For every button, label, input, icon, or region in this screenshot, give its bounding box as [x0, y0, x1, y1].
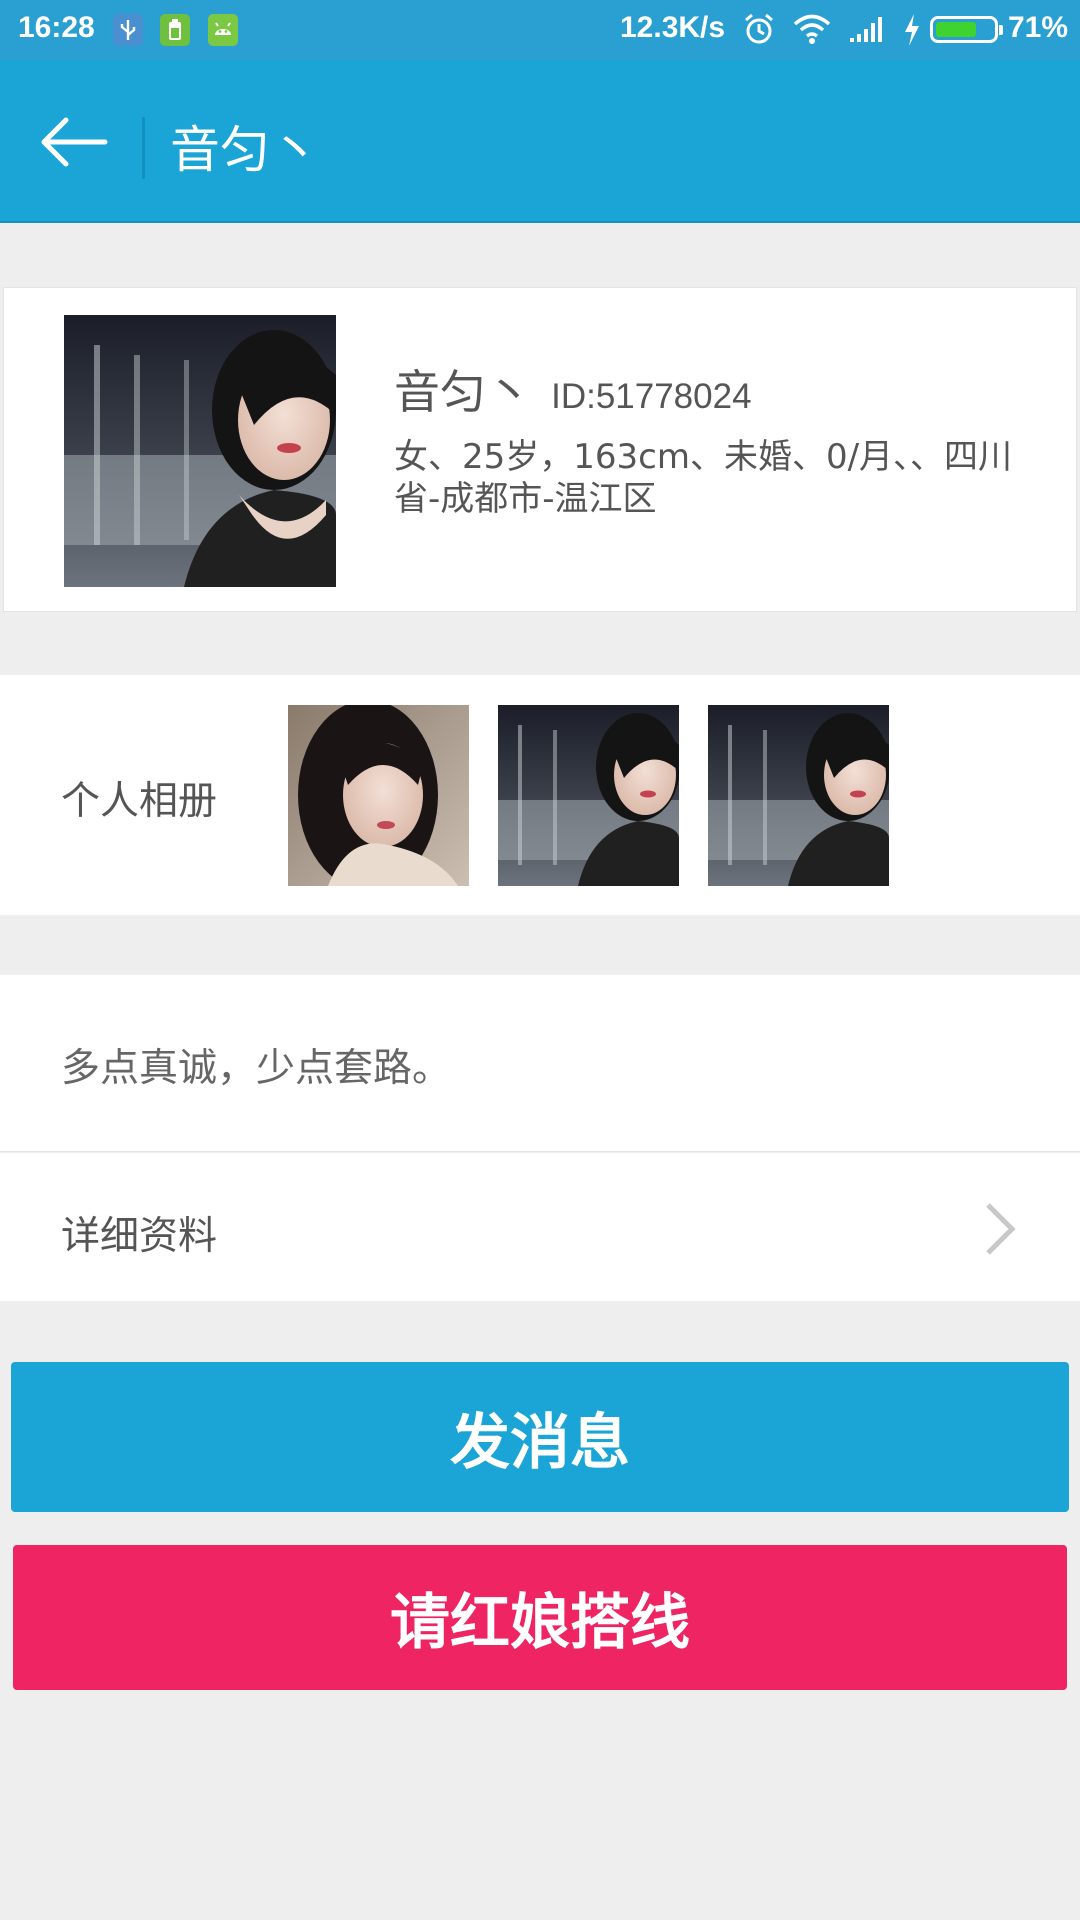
profile-info: 女、25岁，163cm、未婚、0/月、、四川省-成都市-温江区 — [394, 437, 1013, 519]
detail-row[interactable]: 详细资料 — [0, 1153, 1080, 1301]
send-message-button[interactable]: 发消息 — [11, 1362, 1069, 1512]
battery-icon — [930, 16, 1003, 43]
title-bar: 音匀丶 — [0, 60, 1080, 223]
album-photo[interactable] — [708, 705, 889, 886]
matchmaker-button[interactable]: 请红娘搭线 — [13, 1545, 1067, 1690]
signal-icon — [848, 14, 888, 48]
usb-icon — [113, 14, 143, 46]
motto-text: 多点真诚，少点套路。 — [61, 1046, 452, 1091]
title-divider — [142, 117, 145, 179]
alarm-icon — [742, 12, 776, 50]
battery-saver-icon — [160, 14, 190, 46]
network-speed: 12.3K/s — [620, 11, 726, 44]
album-label: 个人相册 — [61, 779, 218, 824]
album-photo[interactable] — [288, 705, 469, 886]
wifi-icon — [792, 12, 832, 50]
back-arrow-icon — [41, 117, 108, 167]
avatar[interactable] — [64, 315, 336, 587]
back-button[interactable] — [30, 100, 120, 184]
profile-card: 音匀丶 ID:51778024 女、25岁，163cm、未婚、0/月、、四川省-… — [3, 287, 1077, 612]
battery-fill — [936, 22, 976, 37]
profile-id: ID:51778024 — [551, 377, 752, 416]
battery-percent: 71% — [1008, 11, 1069, 44]
status-bar: 16:28 12.3K/s 71% — [0, 0, 1080, 60]
profile-name: 音匀丶 — [394, 365, 532, 419]
battery-nub — [999, 25, 1003, 35]
album-photo[interactable] — [498, 705, 679, 886]
status-time: 16:28 — [18, 11, 95, 44]
motto-card: 多点真诚，少点套路。 — [0, 975, 1080, 1152]
android-icon — [208, 14, 238, 46]
album-card: 个人相册 — [0, 675, 1080, 915]
chevron-right-icon — [986, 1203, 1016, 1255]
profile-name-line: 音匀丶 ID:51778024 — [394, 356, 752, 422]
detail-label: 详细资料 — [61, 1214, 218, 1259]
page-title: 音匀丶 — [170, 121, 320, 179]
charging-icon — [902, 13, 922, 51]
